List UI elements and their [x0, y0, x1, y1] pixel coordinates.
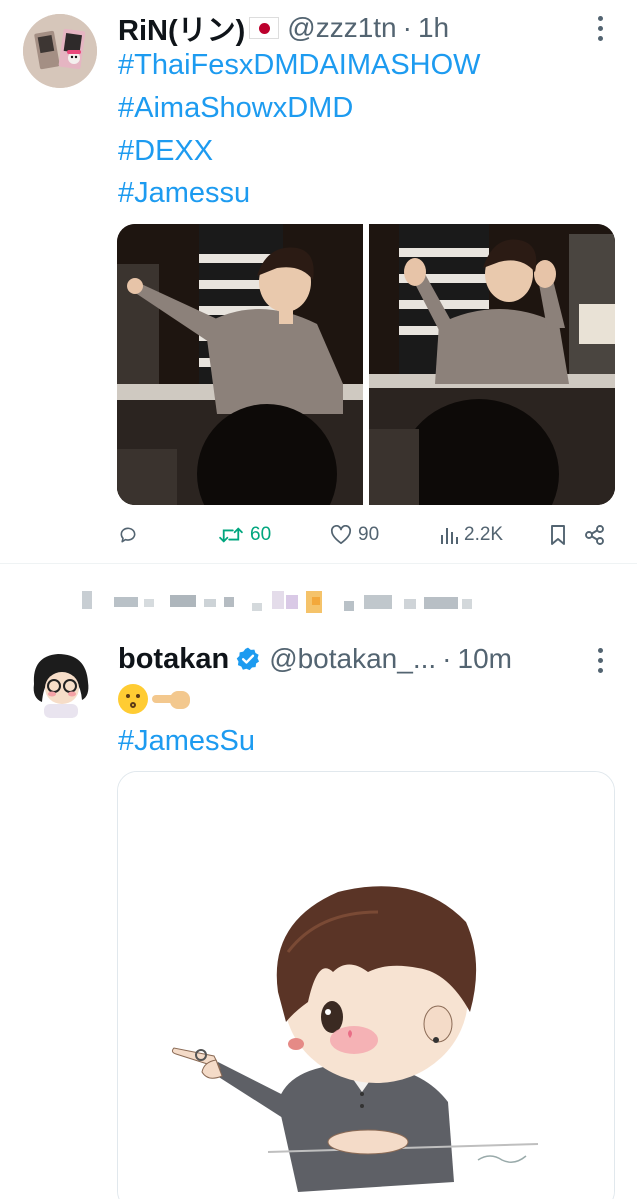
avatar-image: [24, 646, 98, 720]
retweet-icon: [219, 527, 243, 543]
media-card[interactable]: [117, 771, 615, 1199]
avatar-image: [23, 14, 97, 88]
hashtag-link[interactable]: #AimaShowxDMD: [118, 92, 353, 125]
tweet-1-actions: 60 90 2.2K: [118, 518, 618, 552]
timestamp[interactable]: 1h: [418, 12, 449, 44]
bookmark-button[interactable]: [549, 518, 567, 552]
chibi-illustration: [118, 772, 614, 1199]
hashtag-link[interactable]: #Jamessu: [118, 177, 250, 210]
views-icon: [441, 528, 458, 544]
tweet-2-header: botakan @botakan_... · 10m: [118, 641, 512, 677]
timestamp[interactable]: 10m: [458, 643, 512, 675]
hashtag-link[interactable]: #JamesSu: [118, 725, 255, 758]
views-count: 2.2K: [464, 524, 504, 545]
verified-badge-icon: [236, 647, 260, 671]
handle[interactable]: @botakan_...: [269, 643, 436, 675]
share-button[interactable]: [584, 518, 606, 552]
hashtag-link[interactable]: #DEXX: [118, 135, 213, 168]
hashtag-link[interactable]: #ThaiFesxDMDAIMASHOW: [118, 49, 481, 82]
reply-icon: [120, 527, 136, 543]
retweet-button[interactable]: 60: [218, 518, 271, 552]
kissing-face-icon: [118, 684, 148, 714]
separator-dot: ·: [442, 643, 452, 674]
handle[interactable]: @zzz1tn: [287, 12, 396, 44]
media-grid: [117, 224, 615, 505]
avatar-botakan[interactable]: [24, 646, 98, 720]
photo-2[interactable]: [369, 224, 615, 505]
avatar-rin[interactable]: [23, 14, 97, 88]
pointing-hand-icon: [152, 687, 192, 711]
more-icon[interactable]: [593, 14, 607, 44]
like-button[interactable]: 90: [330, 518, 379, 552]
photo-1-image: [117, 224, 363, 505]
flag-jp-icon: [249, 17, 280, 39]
bookmark-icon: [551, 525, 565, 545]
reply-button[interactable]: [118, 518, 144, 552]
photo-2-image: [369, 224, 615, 505]
tweet-1-header: RiN(リン) @zzz1tn · 1h: [118, 7, 449, 49]
more-icon[interactable]: [593, 646, 607, 676]
like-count: 90: [358, 524, 380, 545]
tweet-1[interactable]: RiN(リン) @zzz1tn · 1h #ThaiFesxDMDAIMASHO…: [0, 0, 637, 563]
display-name[interactable]: botakan: [118, 643, 229, 676]
display-name[interactable]: RiN(リン): [118, 7, 245, 49]
share-icon: [585, 525, 604, 545]
views-button[interactable]: 2.2K: [440, 518, 503, 552]
like-icon: [331, 525, 351, 545]
retweet-count: 60: [250, 524, 272, 545]
tweet-2[interactable]: botakan @botakan_... · 10m #JamesSu: [0, 564, 637, 1199]
photo-1[interactable]: [117, 224, 363, 505]
separator-dot: ·: [402, 12, 412, 43]
emoji-text: [118, 681, 192, 717]
